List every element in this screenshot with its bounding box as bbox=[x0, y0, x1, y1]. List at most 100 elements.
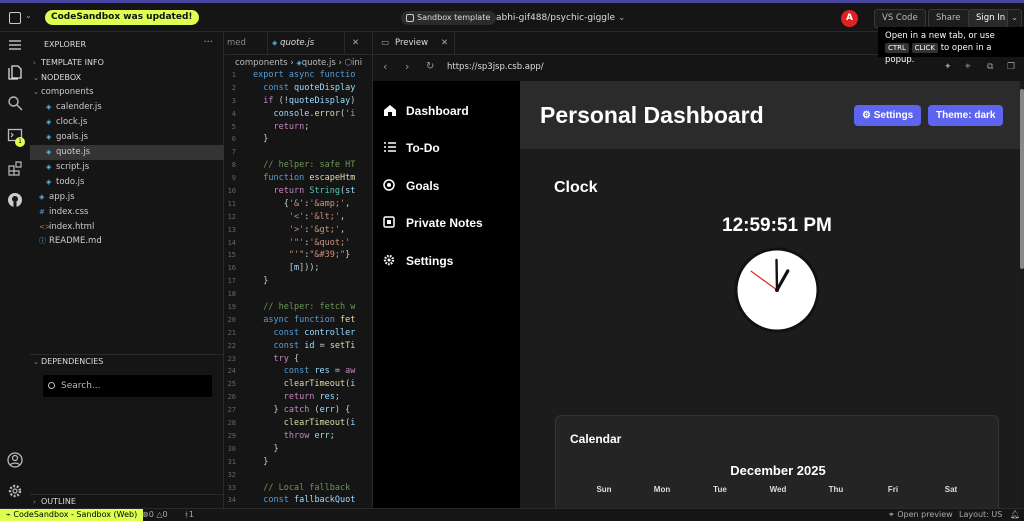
file-readme[interactable]: ⓘ README.md bbox=[30, 234, 224, 249]
line-code: return res; bbox=[283, 392, 341, 403]
code-line[interactable]: 30 } bbox=[225, 443, 372, 456]
avatar[interactable]: A bbox=[841, 10, 858, 27]
nav-goals[interactable]: Goals bbox=[383, 176, 513, 196]
nav-settings[interactable]: Settings bbox=[383, 251, 513, 271]
update-notice[interactable]: CodeSandbox was updated! bbox=[45, 10, 199, 25]
problems-indicator[interactable]: ⊗0 △0 bbox=[142, 509, 168, 521]
preview-scroll-thumb[interactable] bbox=[1020, 89, 1024, 269]
code-line[interactable]: 31 } bbox=[225, 456, 372, 469]
outline-section[interactable]: › OUTLINE bbox=[30, 494, 224, 508]
refresh-icon[interactable]: ↻ bbox=[426, 61, 434, 72]
file-clock[interactable]: ◈ clock.js bbox=[30, 115, 224, 130]
forward-icon[interactable]: › bbox=[405, 60, 409, 73]
back-icon[interactable]: ‹ bbox=[383, 60, 387, 73]
remote-indicator[interactable]: ⌁ CodeSandbox - Sandbox (Web) bbox=[0, 509, 144, 521]
crumb-symbol[interactable]: ini bbox=[352, 58, 362, 68]
line-number: 20 bbox=[227, 315, 236, 324]
more-actions-icon[interactable]: ··· bbox=[203, 37, 213, 48]
address-field[interactable]: https://sp3jsp.csb.app/ bbox=[447, 62, 544, 72]
file-index-html[interactable]: <>index.html bbox=[30, 220, 224, 235]
bell-icon[interactable]: 🔔︎ bbox=[1010, 509, 1020, 521]
gear-icon[interactable] bbox=[7, 483, 23, 499]
account-icon[interactable] bbox=[7, 452, 23, 468]
nav-dashboard[interactable]: Dashboard bbox=[383, 101, 513, 121]
vscode-button[interactable]: VS Code bbox=[874, 9, 926, 28]
code-line[interactable]: 25 clearTimeout(i bbox=[225, 378, 372, 391]
code-line[interactable]: 24 const res = aw bbox=[225, 365, 372, 378]
code-line[interactable]: 18 bbox=[225, 288, 372, 301]
code-line[interactable]: 5 return; bbox=[225, 121, 372, 134]
code-line[interactable]: 22 const id = setTi bbox=[225, 340, 372, 353]
code-line[interactable]: 7 bbox=[225, 146, 372, 159]
theme-toggle-button[interactable]: Theme: dark bbox=[928, 105, 1004, 126]
file-todo[interactable]: ◈ todo.js bbox=[30, 175, 224, 190]
dependency-search-input[interactable]: Search... bbox=[43, 375, 212, 397]
code-line[interactable]: 19 // helper: fetch w bbox=[225, 301, 372, 314]
chevron-down-icon[interactable]: ⌄ bbox=[25, 11, 32, 20]
code-line[interactable]: 26 return res; bbox=[225, 391, 372, 404]
code-line[interactable]: 29 throw err; bbox=[225, 430, 372, 443]
settings-button[interactable]: ⚙ Settings bbox=[854, 105, 922, 126]
files-icon[interactable] bbox=[7, 64, 23, 80]
nav-private-notes[interactable]: Private Notes bbox=[383, 213, 513, 233]
code-line[interactable]: 21 const controller bbox=[225, 327, 372, 340]
tab-prev[interactable]: med bbox=[227, 32, 246, 55]
code-editor[interactable]: med ◈ quote.js ✕ components › ◈quote.js … bbox=[225, 32, 372, 508]
code-line[interactable]: 23 try { bbox=[225, 353, 372, 366]
repo-name[interactable]: abhi-gif488/psychic-giggle ⌄ bbox=[496, 11, 625, 25]
dependencies-section[interactable]: ⌄ DEPENDENCIES bbox=[30, 354, 224, 368]
file-index-css[interactable]: # index.css bbox=[30, 205, 224, 220]
crumb-file[interactable]: quote.js bbox=[302, 58, 336, 68]
nodebox-section[interactable]: ⌄ NODEBOX bbox=[30, 71, 224, 85]
code-line[interactable]: 15 "'":"&#39;"} bbox=[225, 249, 372, 262]
ports-indicator[interactable]: ᚼ1 bbox=[184, 509, 194, 521]
code-line[interactable]: 3 if (!quoteDisplay) bbox=[225, 95, 372, 108]
code-line[interactable]: 13 '>':'&gt;', bbox=[225, 224, 372, 237]
menu-square-icon[interactable] bbox=[9, 12, 21, 24]
code-line[interactable]: 20 async function fet bbox=[225, 314, 372, 327]
code-line[interactable]: 16 [m])); bbox=[225, 262, 372, 275]
crumb-folder[interactable]: components bbox=[235, 58, 288, 68]
hamburger-menu-icon[interactable] bbox=[7, 37, 23, 53]
file-calender[interactable]: ◈ calender.js bbox=[30, 100, 224, 115]
status-bar: ⌁ CodeSandbox - Sandbox (Web) ⊗0 △0 ᚼ1 ⚭… bbox=[0, 508, 1024, 521]
code-line[interactable]: 33 // Local fallback bbox=[225, 482, 372, 495]
code-lines[interactable]: 1 export async functio 2 const quoteDispla… bbox=[225, 69, 372, 508]
nav-todo[interactable]: To-Do bbox=[383, 138, 513, 158]
code-line[interactable]: 17 } bbox=[225, 275, 372, 288]
keyboard-layout[interactable]: Layout: US bbox=[959, 509, 1002, 521]
close-icon[interactable]: ✕ bbox=[352, 32, 359, 55]
sign-in-dropdown[interactable]: ⌄ bbox=[1007, 9, 1023, 28]
open-preview-button[interactable]: ⚭ Open preview bbox=[888, 509, 953, 521]
search-icon[interactable] bbox=[7, 95, 23, 111]
file-goals[interactable]: ◈ goals.js bbox=[30, 130, 224, 145]
code-line[interactable]: 11 {'&':'&amp;', bbox=[225, 198, 372, 211]
code-line[interactable]: 6 } bbox=[225, 133, 372, 146]
share-button[interactable]: Share bbox=[928, 9, 969, 28]
template-badge[interactable]: Sandbox template bbox=[401, 11, 497, 25]
chevron-down-icon: ⌄ bbox=[33, 358, 39, 366]
code-line[interactable]: 1 export async functio bbox=[225, 69, 372, 82]
tab-preview[interactable]: ▭ Preview ✕ bbox=[373, 32, 455, 55]
code-line[interactable]: 27 } catch (err) { bbox=[225, 404, 372, 417]
folder-components[interactable]: ⌄ components bbox=[30, 85, 224, 100]
close-icon[interactable]: ✕ bbox=[441, 32, 448, 55]
file-quote[interactable]: ◈ quote.js bbox=[30, 145, 224, 160]
code-line[interactable]: 8 // helper: safe HT bbox=[225, 159, 372, 172]
code-line[interactable]: 2 const quoteDisplay bbox=[225, 82, 372, 95]
code-line[interactable]: 12 '<':'&lt;', bbox=[225, 211, 372, 224]
template-info-section[interactable]: › TEMPLATE INFO bbox=[30, 56, 224, 70]
extensions-icon[interactable] bbox=[7, 160, 23, 176]
tab-quote-js[interactable]: ◈ quote.js bbox=[267, 32, 345, 55]
code-line[interactable]: 9 function escapeHtm bbox=[225, 172, 372, 185]
code-line[interactable]: 28 clearTimeout(i bbox=[225, 417, 372, 430]
file-script[interactable]: ◈ script.js bbox=[30, 160, 224, 175]
line-code: clearTimeout(i bbox=[283, 418, 356, 429]
github-icon[interactable] bbox=[7, 192, 23, 208]
code-line[interactable]: 14 '"':'&quot;' bbox=[225, 237, 372, 250]
code-line[interactable]: 4 console.error('i bbox=[225, 108, 372, 121]
code-line[interactable]: 34 const fallbackQuot bbox=[225, 494, 372, 507]
code-line[interactable]: 32 bbox=[225, 469, 372, 482]
code-line[interactable]: 10 return String(st bbox=[225, 185, 372, 198]
file-app[interactable]: ◈ app.js bbox=[30, 190, 224, 205]
